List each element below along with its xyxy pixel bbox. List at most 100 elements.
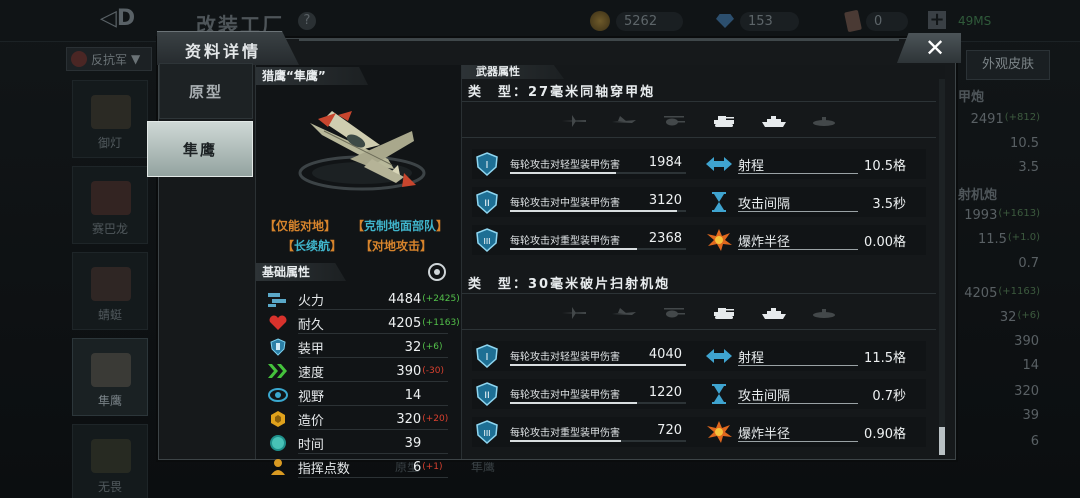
helicopter-icon xyxy=(664,308,685,318)
compare-toggle-icon[interactable] xyxy=(428,263,446,281)
stat-label: 爆炸半径 xyxy=(738,235,791,250)
unit-thumbnail xyxy=(91,95,131,129)
damage-bar-fill xyxy=(510,172,616,174)
unit-card[interactable]: 无畏 xyxy=(72,424,148,498)
help-button[interactable]: ? xyxy=(298,12,316,30)
heavy-armor-icon: III xyxy=(476,228,498,252)
bg-weapon-header: 射机炮 xyxy=(958,188,998,203)
unit-thumbnail xyxy=(91,267,131,301)
attr-row-speed: 速度 390 (-30) xyxy=(256,359,462,383)
add-resource-button[interactable]: + xyxy=(928,11,946,29)
unit-info-panel: 猎鹰“隼鹰” 【仅能对地】 【克制地面部队】 【长续航】 【对地攻击】 基础属性 xyxy=(255,65,461,478)
bg-stat-value: 14 xyxy=(1022,358,1039,373)
attr-row-cost: 造价 320 (+20) xyxy=(256,407,462,431)
armor-icon xyxy=(268,338,288,356)
weapon-stat-row: III 每轮攻击对重型装甲伤害 720 爆炸半径 0.90格 xyxy=(472,417,926,447)
weapon-stat-row: I 每轮攻击对轻型装甲伤害 1984 射程 10.5格 xyxy=(472,149,926,179)
damage-value: 1220 xyxy=(648,385,682,400)
close-button[interactable]: ✕ xyxy=(897,33,961,63)
divider xyxy=(462,329,936,330)
submarine-icon xyxy=(813,309,835,318)
chevron-down-icon: ▼ xyxy=(131,52,141,66)
damage-label: 每轮攻击对中型装甲伤害 xyxy=(510,198,620,209)
speed-icon xyxy=(268,362,288,380)
time-icon xyxy=(268,434,288,452)
background-stats-panel: 外观皮肤 甲炮 2491 (+812) 10.5 3.5 射机炮 1993 (+16… xyxy=(958,50,1068,470)
attr-value: 32 xyxy=(404,339,422,355)
weapon-attributes-panel[interactable]: 武器属性 类 型：27毫米同轴穿甲炮 I 每轮攻击对轻型装甲伤害 1984 射程… xyxy=(461,65,945,459)
tab-falcon[interactable]: 隼鹰 xyxy=(147,121,253,177)
weapon-stat-row: I 每轮攻击对轻型装甲伤害 4040 射程 11.5格 xyxy=(472,341,926,371)
attr-name: 指挥点数 xyxy=(297,461,350,477)
unit-name: 御灯 xyxy=(97,136,122,150)
unit-card[interactable]: 赛巴龙 xyxy=(72,166,148,244)
faction-star-icon xyxy=(71,51,87,67)
gold-resource[interactable]: 5262 xyxy=(590,10,684,32)
aircraft-icon xyxy=(562,307,586,319)
helicopter-icon xyxy=(664,116,685,126)
attr-row-time: 时间 39 xyxy=(256,431,462,455)
divider xyxy=(462,101,936,102)
card-resource[interactable]: 0 xyxy=(844,9,909,33)
unit-name: 蜻蜓 xyxy=(97,308,122,322)
damage-bar xyxy=(510,210,686,212)
stat-value: 0.7秒 xyxy=(872,389,906,404)
jet-icon xyxy=(612,116,636,123)
scrollbar-track[interactable] xyxy=(939,79,945,455)
svg-text:II: II xyxy=(484,391,489,401)
unit-card[interactable]: 御灯 xyxy=(72,80,148,158)
bg-stat-value: 39 xyxy=(1022,408,1039,423)
attr-value: 320 xyxy=(396,411,422,427)
modal-top-border xyxy=(299,39,899,41)
attr-bonus: (+6) xyxy=(422,342,443,352)
tab-label: 隼鹰 xyxy=(182,140,217,159)
bg-stat-value: 11.5 (+1.0) xyxy=(977,232,1040,247)
stat-value: 3.5秒 xyxy=(872,197,906,212)
scrollbar-thumb[interactable] xyxy=(939,427,945,455)
stat-value: 0.90格 xyxy=(864,427,906,442)
close-icon: ✕ xyxy=(924,34,946,62)
tab-prototype[interactable]: 原型 xyxy=(159,63,253,119)
explosion-icon xyxy=(707,229,732,251)
skin-tab[interactable]: 外观皮肤 xyxy=(966,50,1050,80)
tank-icon xyxy=(714,116,734,127)
damage-bar xyxy=(510,402,686,404)
damage-label: 每轮攻击对重型装甲伤害 xyxy=(510,428,620,439)
bg-stat-value: 10.5 xyxy=(1010,136,1039,151)
back-logo-icon[interactable]: ◁D xyxy=(100,6,144,34)
gem-resource[interactable]: 153 xyxy=(716,10,799,32)
attr-name: 火力 xyxy=(298,293,325,309)
attr-value: 390 xyxy=(396,363,422,379)
unit-card[interactable]: 隼鹰 xyxy=(72,338,148,416)
modal-title: 资料详情 xyxy=(185,42,262,61)
unit-name: 隼鹰 xyxy=(97,394,122,408)
faction-selector[interactable]: 反抗军 ▼ xyxy=(66,47,152,71)
attr-bonus: (+1) xyxy=(422,462,443,472)
bg-stat-value: 1993 (+1613) xyxy=(964,208,1040,223)
attr-name: 造价 xyxy=(297,413,324,429)
heavy-armor-icon: III xyxy=(476,420,498,444)
divider xyxy=(298,381,448,382)
attr-row-vision: 视野 14 xyxy=(256,383,462,407)
svg-text:II: II xyxy=(484,199,489,209)
range-icon xyxy=(706,349,732,363)
unit-card[interactable]: 蜻蜓 xyxy=(72,252,148,330)
attr-value: 14 xyxy=(404,387,422,403)
stat-label: 射程 xyxy=(738,159,765,174)
details-modal: 资料详情 ✕ 原型 隼鹰 猎鹰“隼鹰” 【仅能对地】 【克制地面部队】 【长续航… xyxy=(147,31,961,478)
damage-bar-fill xyxy=(510,440,621,442)
damage-label: 每轮攻击对轻型装甲伤害 xyxy=(510,160,620,171)
attr-value: 4205 xyxy=(388,315,422,331)
unit-thumbnail xyxy=(91,181,131,215)
unit-name-label: 猎鹰“隼鹰” xyxy=(256,67,368,85)
eye-icon xyxy=(268,386,288,404)
gold-amount: 5262 xyxy=(616,11,684,31)
bg-weapon-header: 甲炮 xyxy=(958,90,985,105)
ship-icon xyxy=(762,308,786,319)
divider xyxy=(298,405,448,406)
modal-header: 资料详情 xyxy=(157,31,299,65)
divider xyxy=(298,453,448,454)
attribute-list: 火力 4484 (+2425) 耐久 4205 (+1163) 装甲 32 (+… xyxy=(256,287,462,479)
attr-row-armor: 装甲 32 (+6) xyxy=(256,335,462,359)
damage-bar xyxy=(510,172,686,174)
